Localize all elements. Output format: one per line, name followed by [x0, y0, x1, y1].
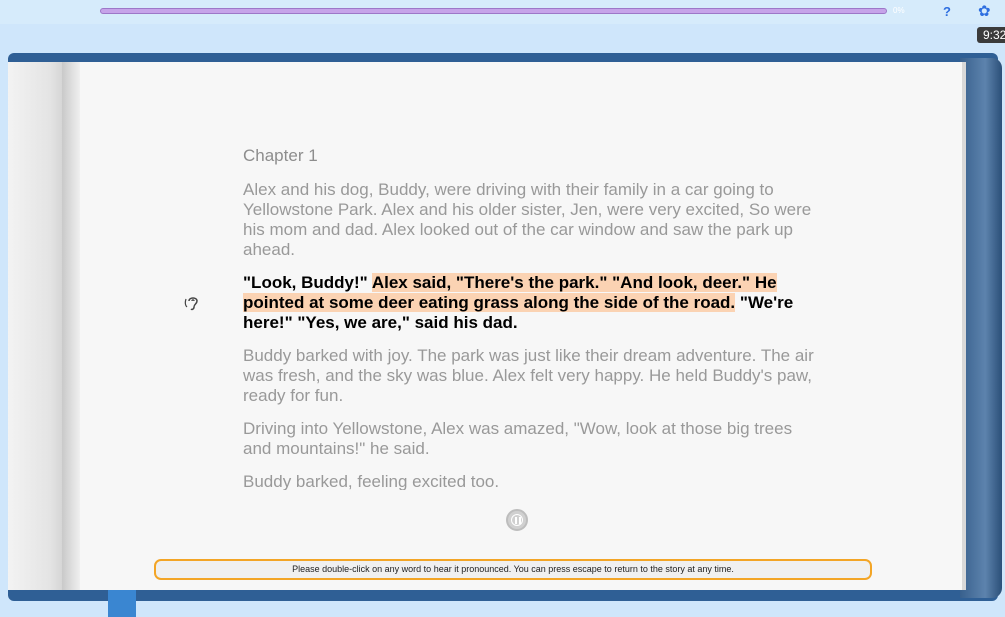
- book-cover-edge: [960, 58, 1002, 598]
- gear-icon[interactable]: ✿: [978, 2, 991, 20]
- paragraph[interactable]: Buddy barked with joy. The park was just…: [243, 346, 823, 406]
- left-page: [8, 62, 68, 590]
- info-bar: Please double-click on any word to hear …: [154, 559, 872, 580]
- story-text: Chapter 1 Alex and his dog, Buddy, were …: [243, 145, 823, 490]
- page-gutter: [62, 62, 82, 590]
- pause-icon: [511, 514, 523, 526]
- active-text-before[interactable]: "Look, Buddy!": [243, 273, 372, 292]
- pause-button[interactable]: [506, 509, 528, 531]
- page-edge: [962, 62, 966, 590]
- progress-percent: 0%: [893, 6, 905, 15]
- clock-badge: 9:32: [977, 27, 1005, 43]
- paragraph[interactable]: Driving into Yellowstone, Alex was amaze…: [243, 419, 823, 459]
- question-mark-icon[interactable]: ?: [943, 4, 951, 19]
- active-paragraph[interactable]: "Look, Buddy!" Alex said, "There's the p…: [243, 273, 823, 333]
- paragraph[interactable]: Buddy barked, feeling excited too.: [243, 472, 823, 490]
- top-bar: 0% ? ✿: [0, 0, 1005, 24]
- paragraph[interactable]: Alex and his dog, Buddy, were driving wi…: [243, 180, 823, 260]
- info-text: Please double-click on any word to hear …: [292, 564, 734, 574]
- book-ribbon: [108, 588, 136, 617]
- chapter-title: Chapter 1: [243, 146, 318, 165]
- progress-bar: [100, 8, 887, 14]
- ear-icon-svg: [184, 297, 198, 311]
- ear-icon[interactable]: [184, 293, 202, 313]
